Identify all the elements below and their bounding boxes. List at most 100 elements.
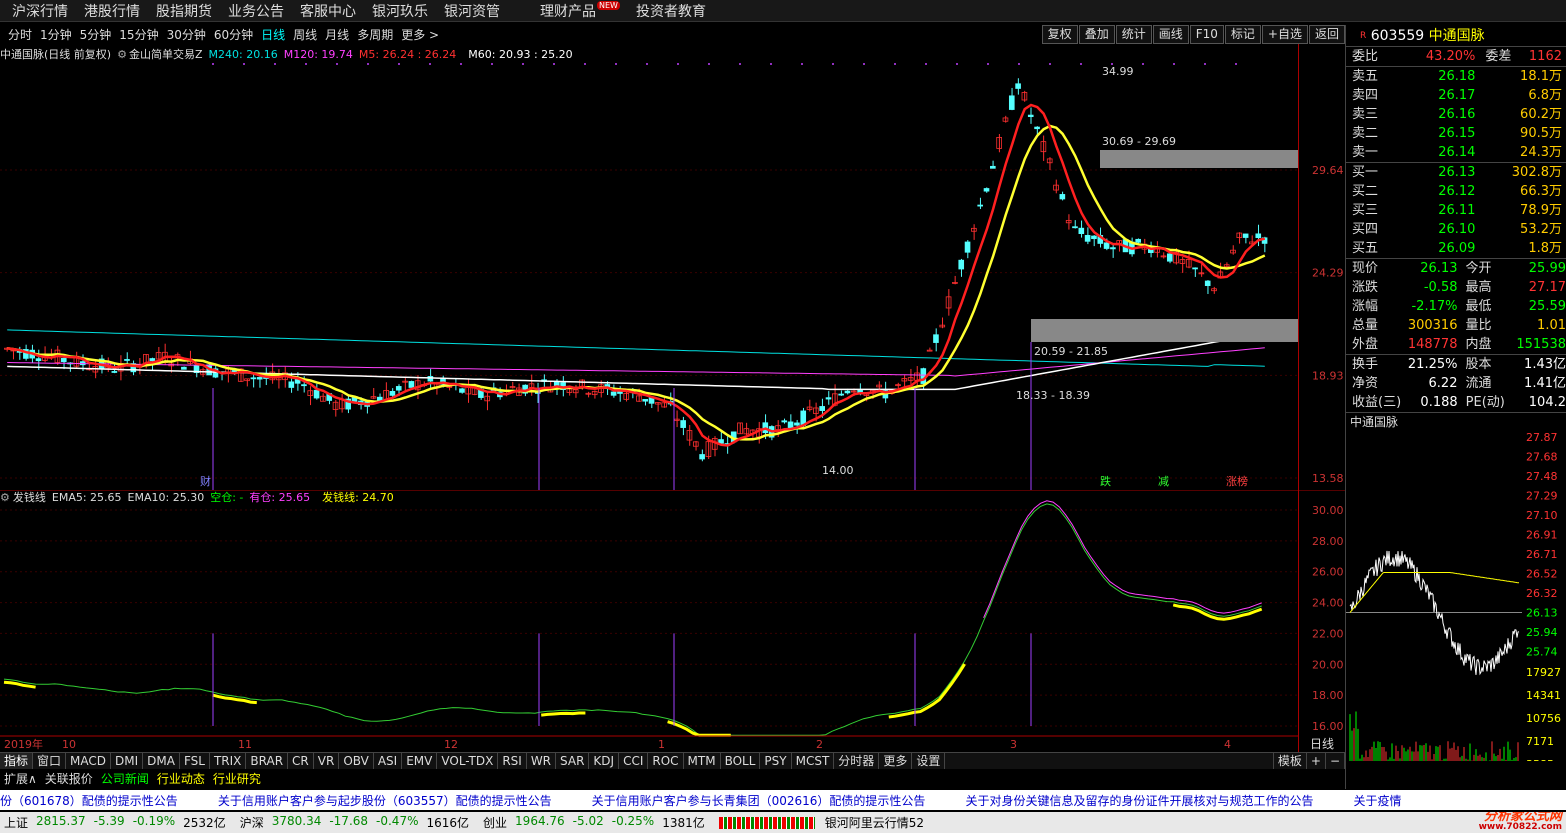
indicator-tab-20[interactable]: MTM — [684, 753, 721, 769]
ticker-item-1[interactable]: 关于信用账户客户参与起步股份（603557）配债的提示性公告 — [218, 792, 552, 809]
indicator-tab-11[interactable]: ASI — [374, 753, 403, 769]
tool-button-0[interactable]: 复权 — [1041, 25, 1078, 44]
news-ticker[interactable]: 份（601678）配债的提示性公告 关于信用账户客户参与起步股份（603557）配… — [0, 790, 1566, 810]
sub-axis-tick: 24.00 — [1312, 597, 1344, 610]
period-1[interactable]: 1分钟 — [40, 26, 72, 43]
indicator-tab-9[interactable]: VR — [314, 753, 340, 769]
period-2[interactable]: 5分钟 — [80, 26, 112, 43]
template-button[interactable]: 模板 — [1272, 753, 1307, 769]
extension-tabs: 扩展∧ 关联报价 公司新闻 行业动态 行业研究 — [0, 770, 1345, 787]
tool-button-7[interactable]: 返回 — [1308, 25, 1345, 44]
tool-button-5[interactable]: 标记 — [1224, 25, 1261, 44]
ask-list: 卖五 26.18 18.1万 卖四 26.17 6.8万 卖三 26.16 60.2万 卖二 26.… — [1346, 67, 1566, 162]
indicator-tab-22[interactable]: PSY — [760, 753, 792, 769]
nav-item-8[interactable]: 投资者教育 — [636, 1, 706, 21]
indicator-tab-6[interactable]: TRIX — [210, 753, 247, 769]
indicator-tab-12[interactable]: EMV — [402, 753, 438, 769]
indicator-tab-19[interactable]: ROC — [648, 753, 684, 769]
indicator-tab-21[interactable]: BOLL — [721, 753, 761, 769]
bids-row-0: 买一 26.13 302.8万 — [1346, 163, 1566, 182]
period-5[interactable]: 60分钟 — [214, 26, 253, 43]
intraday-mini-chart[interactable]: 27.87 27.68 27.48 27.29 27.10 26.91 26.71 26.52… — [1346, 431, 1566, 771]
nav-item-4[interactable]: 客服中心 — [300, 1, 356, 21]
sh-index[interactable]: 上证 2815.37 -5.39 -0.19% 2532亿 — [0, 814, 226, 831]
period-7[interactable]: 周线 — [293, 26, 317, 43]
indicator-tab-15[interactable]: WR — [527, 753, 557, 769]
indicator-tab-1[interactable]: 窗口 — [33, 753, 67, 769]
tool-button-2[interactable]: 统计 — [1115, 25, 1152, 44]
indicator-tab-10[interactable]: OBV — [339, 753, 374, 769]
candle-body — [1027, 114, 1034, 118]
period-9[interactable]: 多周期 — [357, 26, 393, 43]
indicator-tab-8[interactable]: CR — [288, 753, 314, 769]
indicator-tab-3[interactable]: DMI — [111, 753, 144, 769]
nav-item-6[interactable]: 银河资管 — [444, 1, 500, 21]
nav-item-0[interactable]: 沪深行情 — [12, 1, 68, 21]
ticker-item-4[interactable]: 关于疫情 — [1353, 792, 1401, 809]
period-0[interactable]: 分时 — [8, 26, 32, 43]
nav-item-7[interactable]: 理财产品 NEW — [540, 0, 620, 21]
indicator-tab-16[interactable]: SAR — [556, 753, 590, 769]
indicator-tab-25[interactable]: 更多 — [879, 753, 913, 769]
indicator-tab-4[interactable]: DMA — [143, 753, 180, 769]
nav-item-3[interactable]: 业务公告 — [228, 1, 284, 21]
stats-value2: 25.99 — [1528, 261, 1566, 276]
indicator-tab-14[interactable]: RSI — [498, 753, 527, 769]
ext-tab-2[interactable]: 公司新闻 — [97, 770, 153, 787]
cy-index[interactable]: 创业 1964.76 -5.02 -0.25% 1381亿 — [483, 814, 705, 831]
candlestick-chart[interactable]: 29.64 24.29 18.93 13.58 34.99 30.69 - 29.69 20… — [0, 44, 1345, 490]
indicator-tab-2[interactable]: MACD — [66, 753, 112, 769]
asks-volume: 6.8万 — [1528, 88, 1562, 103]
period-3[interactable]: 15分钟 — [119, 26, 158, 43]
indicator-tab-18[interactable]: CCI — [619, 753, 649, 769]
resistance-zone[interactable] — [1100, 150, 1298, 168]
indicator-chart[interactable]: 30.00 28.00 26.00 24.00 22.00 20.00 18.00 16.00… — [0, 490, 1345, 752]
support-zone[interactable] — [1031, 319, 1298, 342]
candle-body — [642, 399, 649, 402]
period-8[interactable]: 月线 — [325, 26, 349, 43]
ext-tab-0[interactable]: 扩展∧ — [0, 770, 41, 787]
indicator-tab-5[interactable]: FSL — [180, 753, 210, 769]
event-tag[interactable]: 财 — [200, 474, 211, 488]
period-6[interactable]: 日线 — [261, 26, 285, 43]
tool-button-6[interactable]: +自选 — [1261, 25, 1308, 44]
ticker-item-3[interactable]: 关于对身份关键信息及留存的身份证件开展核对与规范工作的公告 — [965, 792, 1313, 809]
nav-item-2[interactable]: 股指期货 — [156, 1, 212, 21]
nav-item-5[interactable]: 银河玖乐 — [372, 1, 428, 21]
stats-row-2: 涨幅 -2.17% 最低 25.59 — [1346, 297, 1566, 316]
server-label[interactable]: 银河阿里云行情52 — [825, 814, 924, 831]
status-bar: 上证 2815.37 -5.39 -0.19% 2532亿 沪深 3780.34… — [0, 812, 1566, 833]
marker-dot — [336, 63, 338, 65]
indicator-tab-0[interactable]: 指标 — [0, 753, 34, 769]
marker-dot — [1173, 63, 1175, 65]
marker-dot — [925, 63, 927, 65]
period-4[interactable]: 30分钟 — [167, 26, 206, 43]
candle-body — [825, 397, 832, 400]
cy-value: 1964.76 — [515, 814, 565, 828]
ext-tab-3[interactable]: 行业动态 — [153, 770, 209, 787]
candle-body — [964, 241, 971, 253]
tool-button-3[interactable]: 画线 — [1152, 25, 1189, 44]
event-tag[interactable]: 涨榜 — [1226, 474, 1248, 488]
indicator-tab-17[interactable]: KDJ — [589, 753, 620, 769]
nav-item-1[interactable]: 港股行情 — [84, 1, 140, 21]
tool-button-4[interactable]: F10 — [1189, 25, 1224, 44]
indicator-tab-13[interactable]: VOL-TDX — [437, 753, 499, 769]
ext-tab-4[interactable]: 行业研究 — [209, 770, 265, 787]
add-tab-icon[interactable]: + — [1307, 753, 1326, 769]
indicator-tab-23[interactable]: MCST — [792, 753, 835, 769]
tool-button-1[interactable]: 叠加 — [1078, 25, 1115, 44]
event-tag[interactable]: 跌 — [1100, 474, 1111, 488]
indicator-tab-26[interactable]: 设置 — [912, 753, 946, 769]
ticker-item-2[interactable]: 关于信用账户客户参与长青集团（002616）配债的提示性公告 — [592, 792, 926, 809]
ticker-item-0[interactable]: 份（601678）配债的提示性公告 — [0, 792, 178, 809]
sz-index[interactable]: 沪深 3780.34 -17.68 -0.47% 1616亿 — [240, 814, 469, 831]
indicator-tab-7[interactable]: BRAR — [246, 753, 289, 769]
stats-value1: -2.17% — [1411, 299, 1458, 314]
event-tag[interactable]: 减 — [1158, 475, 1169, 488]
stats-value1: 300316 — [1407, 318, 1458, 333]
ext-tab-1[interactable]: 关联报价 — [41, 770, 97, 787]
period-10[interactable]: 更多 > — [401, 26, 439, 43]
remove-tab-icon[interactable]: − — [1326, 753, 1345, 769]
indicator-tab-24[interactable]: 分时器 — [834, 753, 880, 769]
